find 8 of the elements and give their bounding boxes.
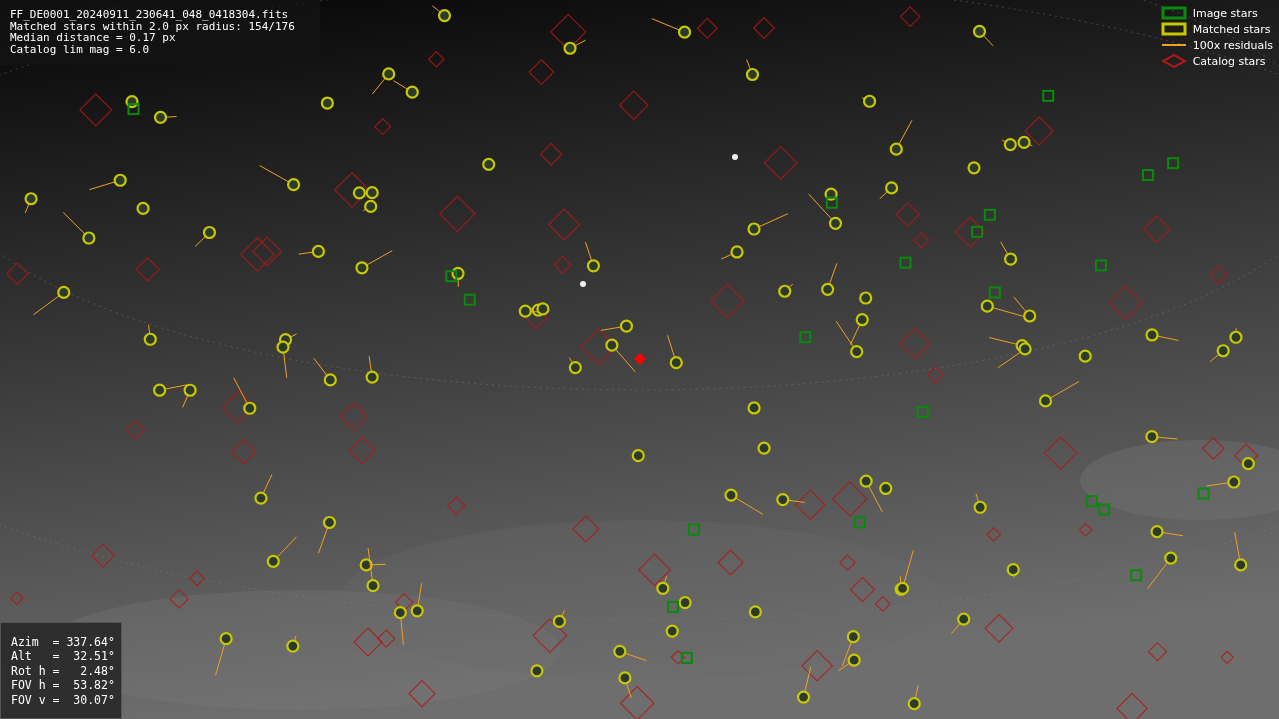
legend-label: Matched stars [1192, 22, 1271, 36]
info-text: Catalog lim mag = 6.0 [10, 43, 151, 55]
legend-label: Image stars [1192, 6, 1258, 20]
info-text: FF_DE0001_20240911_230641_048_0418304.fits [10, 9, 290, 21]
info-text: Median distance = 0.17 px [10, 32, 176, 44]
legend-label: Catalog stars [1192, 54, 1266, 68]
info-text: Matched stars within 2.0 px radius: 154/176 [10, 20, 296, 32]
legend-label: 100x residuals [1192, 38, 1273, 52]
